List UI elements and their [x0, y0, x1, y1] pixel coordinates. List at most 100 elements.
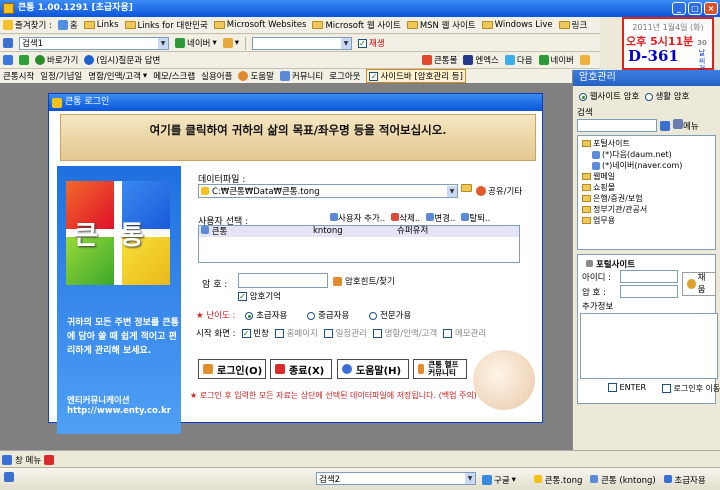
menu-item-help[interactable]: 도움말 — [238, 70, 274, 82]
nx-link[interactable]: 엔엑스 — [463, 54, 499, 66]
start-option-1[interactable]: 홈페이지 — [274, 327, 318, 339]
dropdown-arrow-icon[interactable]: ▼ — [447, 185, 457, 197]
dropdown-arrow-icon[interactable]: ▼ — [465, 473, 475, 484]
start-option-4[interactable]: 메모관리 — [443, 327, 486, 339]
menu-item-memo[interactable]: 메모/스크랩 — [153, 70, 195, 82]
radio-site[interactable]: 웹사이트 암호 — [579, 92, 639, 102]
pw-input[interactable] — [620, 285, 678, 298]
help-community-button[interactable]: 큰통 헬프 커뮤니티 — [413, 359, 467, 379]
start-option-2[interactable]: 일정관리 — [323, 327, 367, 339]
fill-button[interactable]: 채움 — [682, 272, 716, 296]
datafile-select[interactable]: C:₩큰통₩Data₩큰통.tong ▼ — [198, 184, 458, 198]
share-button[interactable]: 공유/기타 — [476, 185, 522, 197]
url-input[interactable]: ▼ — [252, 36, 353, 50]
tree-node[interactable]: (*)다음(daum.net) — [580, 149, 713, 160]
tree-node[interactable]: 업무용 — [580, 215, 713, 226]
login-button[interactable]: 로그인(O) — [198, 359, 266, 379]
change-user-button[interactable]: 변경.. — [426, 212, 455, 224]
menu-item-community[interactable]: 커뮤니티 — [279, 70, 323, 82]
menu-item-contacts[interactable]: 명함/인맥/고객 ▾ — [88, 70, 147, 82]
menu-item-apps[interactable]: 실용어플 — [201, 70, 232, 82]
after-login-checkbox[interactable]: 로그인후 이동 — [662, 383, 720, 394]
nav-back-icon[interactable] — [3, 55, 13, 65]
engine2-label: 구글 — [494, 476, 510, 486]
home-link[interactable]: 홈 — [57, 19, 78, 31]
level-radio-1[interactable]: 중급자용 — [307, 309, 349, 321]
panel-menu-button[interactable]: 메뉴 — [673, 119, 699, 132]
folder-icon — [213, 21, 225, 29]
remember-checkbox[interactable]: ✓ 암호기억 — [238, 290, 281, 302]
level-radio-2[interactable]: 전문가용 — [369, 309, 411, 321]
favorites-menu[interactable]: 즐겨찾기 : — [3, 19, 52, 31]
clock-widget[interactable]: 2011년 1월4일 (화) 오후 5시11분 30 D-361 날씨 검색 — [622, 17, 714, 81]
maximize-button[interactable]: □ — [688, 2, 702, 15]
minimize-button[interactable]: _ — [672, 2, 686, 15]
tree-node[interactable]: (*)네이버(naver.com) — [580, 160, 713, 171]
extra-textarea[interactable] — [580, 313, 718, 379]
engine2-select[interactable]: 구글 ▾ — [482, 474, 516, 486]
tree-node-label: (*)네이버(naver.com) — [602, 161, 683, 170]
window-menu-button[interactable]: 창 메뉴 — [2, 454, 55, 466]
close-tab-icon[interactable] — [44, 455, 55, 465]
folder-icon — [558, 21, 570, 29]
favorite-link-3[interactable]: Microsoft 웹 사이트 — [312, 19, 401, 31]
task-file[interactable]: 큰통.tong — [534, 474, 582, 486]
tree-node[interactable]: 정부기관/관공서 — [580, 204, 713, 215]
engine-select[interactable]: 네이버 ▾ — [175, 37, 217, 49]
menu-item-logout[interactable]: 로그아웃 — [329, 70, 360, 82]
naver-link[interactable]: 네이버 — [538, 54, 574, 66]
motto-banner[interactable]: 여기를 클릭하여 귀하의 삶의 목표/좌우명 등을 적어보십시오. — [60, 114, 536, 161]
tree-node[interactable]: 포털사이트 — [580, 138, 713, 149]
favorite-link-1[interactable]: Links for 대한민국 — [124, 19, 208, 31]
go-button[interactable]: 바로가기 — [35, 54, 78, 66]
add-user-button[interactable]: 사용자 추가.. — [330, 212, 385, 224]
task-user[interactable]: 큰통 (kntong) — [590, 474, 656, 486]
enter-checkbox[interactable]: ENTER — [608, 383, 646, 392]
tree-node[interactable]: 쇼핑몰 — [580, 182, 713, 193]
menu-item-schedule[interactable]: 일정/기념일 — [40, 70, 82, 82]
favorite-link-6[interactable]: 링크 — [558, 19, 587, 31]
start-option-0[interactable]: ✓ 빈창 — [241, 327, 269, 339]
user-row[interactable]: 큰통 kntong 슈퍼유저 — [199, 226, 519, 237]
home-label: 홈 — [69, 21, 78, 31]
dropdown-arrow-icon[interactable]: ▼ — [341, 37, 352, 49]
pen-tool[interactable]: ▾ — [222, 38, 239, 48]
search-input[interactable]: 검색1 ▼ — [19, 36, 169, 50]
id-input[interactable] — [620, 270, 678, 283]
favorite-link-5[interactable]: Windows Live — [481, 20, 553, 30]
search2-input[interactable]: 검색2 ▼ — [316, 472, 476, 485]
withdraw-user-button[interactable]: 탈퇴.. — [461, 212, 490, 224]
separator — [245, 36, 247, 50]
help-button[interactable]: 도움말(H) — [337, 359, 409, 379]
start-option-label: 빈창 — [253, 329, 269, 339]
favorite-link-4[interactable]: MSN 웹 사이트 — [406, 19, 476, 31]
dropdown-arrow-icon[interactable]: ▼ — [158, 37, 168, 49]
panel-search-input[interactable] — [577, 119, 657, 132]
mail-icon[interactable] — [580, 55, 590, 65]
start-option-3[interactable]: 명함/인맥/고객 — [372, 327, 437, 339]
task-level[interactable]: 초급자용 — [663, 474, 706, 486]
exit-button[interactable]: 종료(X) — [270, 359, 332, 379]
company-url[interactable]: http://www.enty.co.kr — [67, 406, 171, 416]
qa-link[interactable]: (임시)질문과 답변 — [84, 54, 160, 66]
search-icon[interactable] — [660, 120, 670, 131]
level-radio-0[interactable]: 초급자용 — [245, 309, 287, 321]
password-tree[interactable]: 포털사이트 (*)다음(daum.net) (*)네이버(naver.com) 웹메일… — [577, 135, 716, 250]
daum-link[interactable]: 다음 — [504, 54, 533, 66]
radio-life[interactable]: 생활 암호 — [644, 92, 689, 102]
tree-node[interactable]: 웹메일 — [580, 171, 713, 182]
tree-node[interactable]: 은행/증권/보험 — [580, 193, 713, 204]
delete-user-button[interactable]: 삭제.. — [391, 212, 420, 224]
shop-link[interactable]: 큰통몰 — [421, 54, 457, 66]
sidebar-toggle[interactable]: ✓ 사이드바 [암호관리 등] — [366, 69, 466, 83]
nav-forward-icon[interactable] — [19, 55, 29, 65]
record-button[interactable]: ✓ 재생 — [358, 37, 385, 49]
user-list[interactable]: 큰통 kntong 슈퍼유저 — [198, 225, 520, 263]
folder-open-icon[interactable] — [461, 184, 472, 195]
favorite-link-2[interactable]: Microsoft Websites — [213, 20, 306, 30]
favorite-link-0[interactable]: Links — [83, 20, 119, 30]
close-button[interactable]: × — [704, 2, 718, 15]
password-input[interactable] — [238, 273, 328, 288]
menu-item-start[interactable]: 큰통시작 — [3, 70, 34, 82]
hint-button[interactable]: 암호힌트/찾기 — [333, 275, 395, 287]
